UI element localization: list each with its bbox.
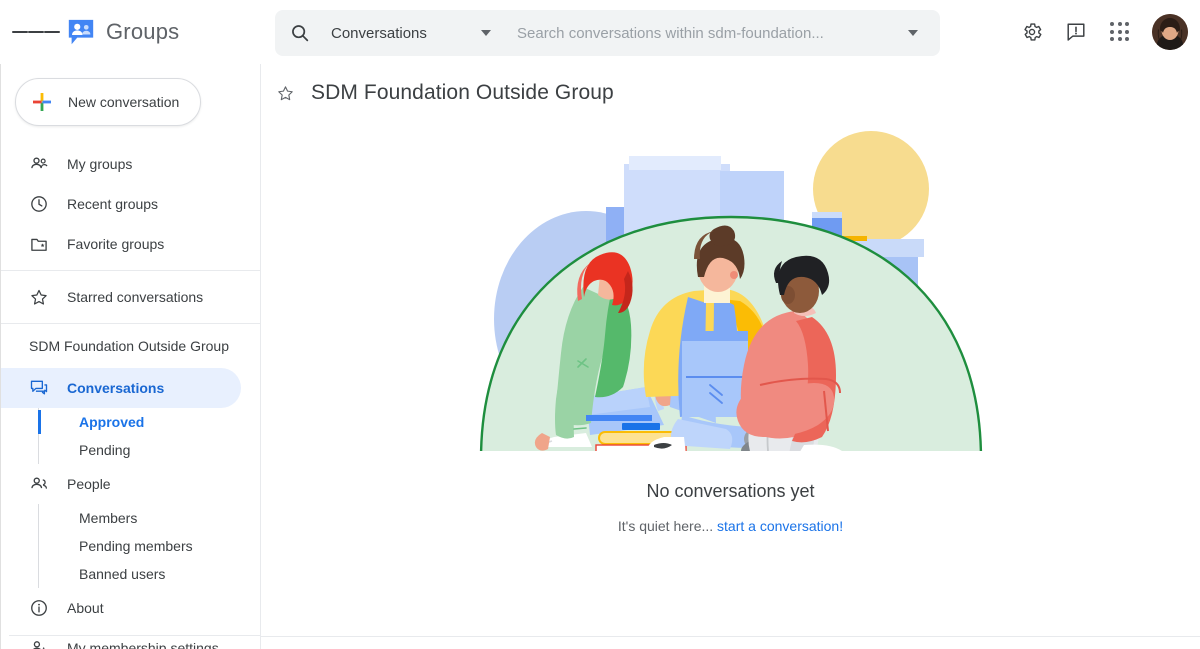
sidebar-item-my-groups[interactable]: My groups — [1, 144, 241, 184]
sidebar-bottom-divider — [9, 635, 260, 636]
sidebar-item-label: About — [67, 600, 104, 616]
gear-icon[interactable] — [1012, 12, 1052, 52]
app-body: New conversation My groups Recent groups… — [0, 64, 1200, 649]
main-header: SDM Foundation Outside Group — [261, 64, 1200, 112]
empty-state-subtitle: It's quiet here... start a conversation! — [618, 518, 843, 534]
sidebar-item-my-membership-settings[interactable]: My membership settings — [1, 628, 241, 649]
sidebar-item-conversations[interactable]: Conversations — [1, 368, 241, 408]
sidebar-item-label: Favorite groups — [67, 236, 165, 252]
sidebar-primary-group: My groups Recent groups Favorite groups — [1, 138, 260, 270]
sidebar-subitem-members[interactable]: Members — [1, 504, 260, 532]
star-outline-icon — [29, 287, 49, 307]
chevron-down-icon[interactable] — [481, 30, 491, 36]
sidebar-starred-group: Starred conversations — [1, 271, 260, 323]
sidebar-item-favorite-groups[interactable]: Favorite groups — [1, 224, 241, 264]
top-bar-actions — [1012, 0, 1188, 64]
people-group-icon — [29, 474, 49, 494]
sidebar-item-label: People — [67, 476, 111, 492]
brand-name: Groups — [106, 19, 180, 44]
subitem-label: Banned users — [79, 566, 166, 582]
brand[interactable]: Groups — [66, 17, 179, 47]
empty-state: No conversations yet It's quiet here... … — [261, 119, 1200, 534]
feedback-icon[interactable] — [1056, 12, 1096, 52]
person-settings-icon — [29, 638, 49, 649]
clock-icon — [29, 194, 49, 214]
top-bar: Groups Conversations — [0, 0, 1200, 64]
conversations-subnav: Approved Pending — [1, 408, 260, 464]
subitem-label: Approved — [79, 414, 145, 430]
sidebar-item-label: Conversations — [67, 380, 165, 396]
new-conversation-label: New conversation — [68, 94, 180, 110]
subitem-label: Pending members — [79, 538, 193, 554]
star-outline-icon[interactable] — [269, 77, 301, 109]
main-content: SDM Foundation Outside Group No conversa… — [261, 64, 1200, 649]
sidebar-item-label: My groups — [67, 156, 133, 172]
people-icon — [29, 154, 49, 174]
info-icon — [29, 598, 49, 618]
subitem-label: Pending — [79, 442, 131, 458]
main-bottom-divider — [261, 636, 1200, 637]
sidebar-item-about[interactable]: About — [1, 588, 241, 628]
page-title: SDM Foundation Outside Group — [311, 81, 614, 104]
search-bar[interactable]: Conversations — [275, 10, 940, 56]
groups-app: Groups Conversations Search conversation… — [0, 0, 1200, 649]
sidebar-item-label: Recent groups — [67, 196, 159, 212]
search-options-chevron-down-icon[interactable] — [908, 30, 918, 36]
sidebar-item-label: My membership settings — [67, 640, 219, 649]
sidebar-group-title: SDM Foundation Outside Group — [29, 338, 229, 354]
sidebar-subitem-pending[interactable]: Pending — [1, 436, 260, 464]
groups-logo-icon — [68, 19, 94, 45]
apps-grid-icon[interactable] — [1100, 12, 1140, 52]
sidebar-subitem-banned-users[interactable]: Banned users — [1, 560, 260, 588]
people-sitting-on-hill-illustration — [480, 131, 982, 451]
sidebar: New conversation My groups Recent groups… — [0, 64, 261, 649]
sidebar-item-recent-groups[interactable]: Recent groups — [1, 184, 241, 224]
search-icon — [292, 25, 309, 42]
sidebar-item-people[interactable]: People — [1, 464, 241, 504]
folder-star-icon — [29, 234, 49, 254]
search-input[interactable] — [515, 23, 898, 43]
sidebar-item-starred-conversations[interactable]: Starred conversations — [1, 277, 241, 317]
sidebar-subitem-pending-members[interactable]: Pending members — [1, 532, 260, 560]
forum-icon — [29, 378, 49, 398]
empty-state-subtitle-prefix: It's quiet here... — [617, 518, 718, 534]
hamburger-menu-icon[interactable] — [12, 8, 60, 56]
sidebar-item-label: Starred conversations — [67, 289, 204, 305]
subitem-label: Members — [79, 510, 138, 526]
start-conversation-link[interactable]: start a conversation! — [717, 518, 843, 534]
empty-state-title: No conversations yet — [646, 481, 815, 501]
sidebar-subitem-approved[interactable]: Approved — [1, 408, 260, 436]
people-subnav: Members Pending members Banned users — [1, 504, 260, 588]
search-scope-value[interactable]: Conversations — [331, 25, 481, 42]
new-conversation-button[interactable]: New conversation — [15, 78, 201, 126]
plus-icon — [33, 93, 51, 111]
user-avatar[interactable] — [1152, 14, 1188, 50]
